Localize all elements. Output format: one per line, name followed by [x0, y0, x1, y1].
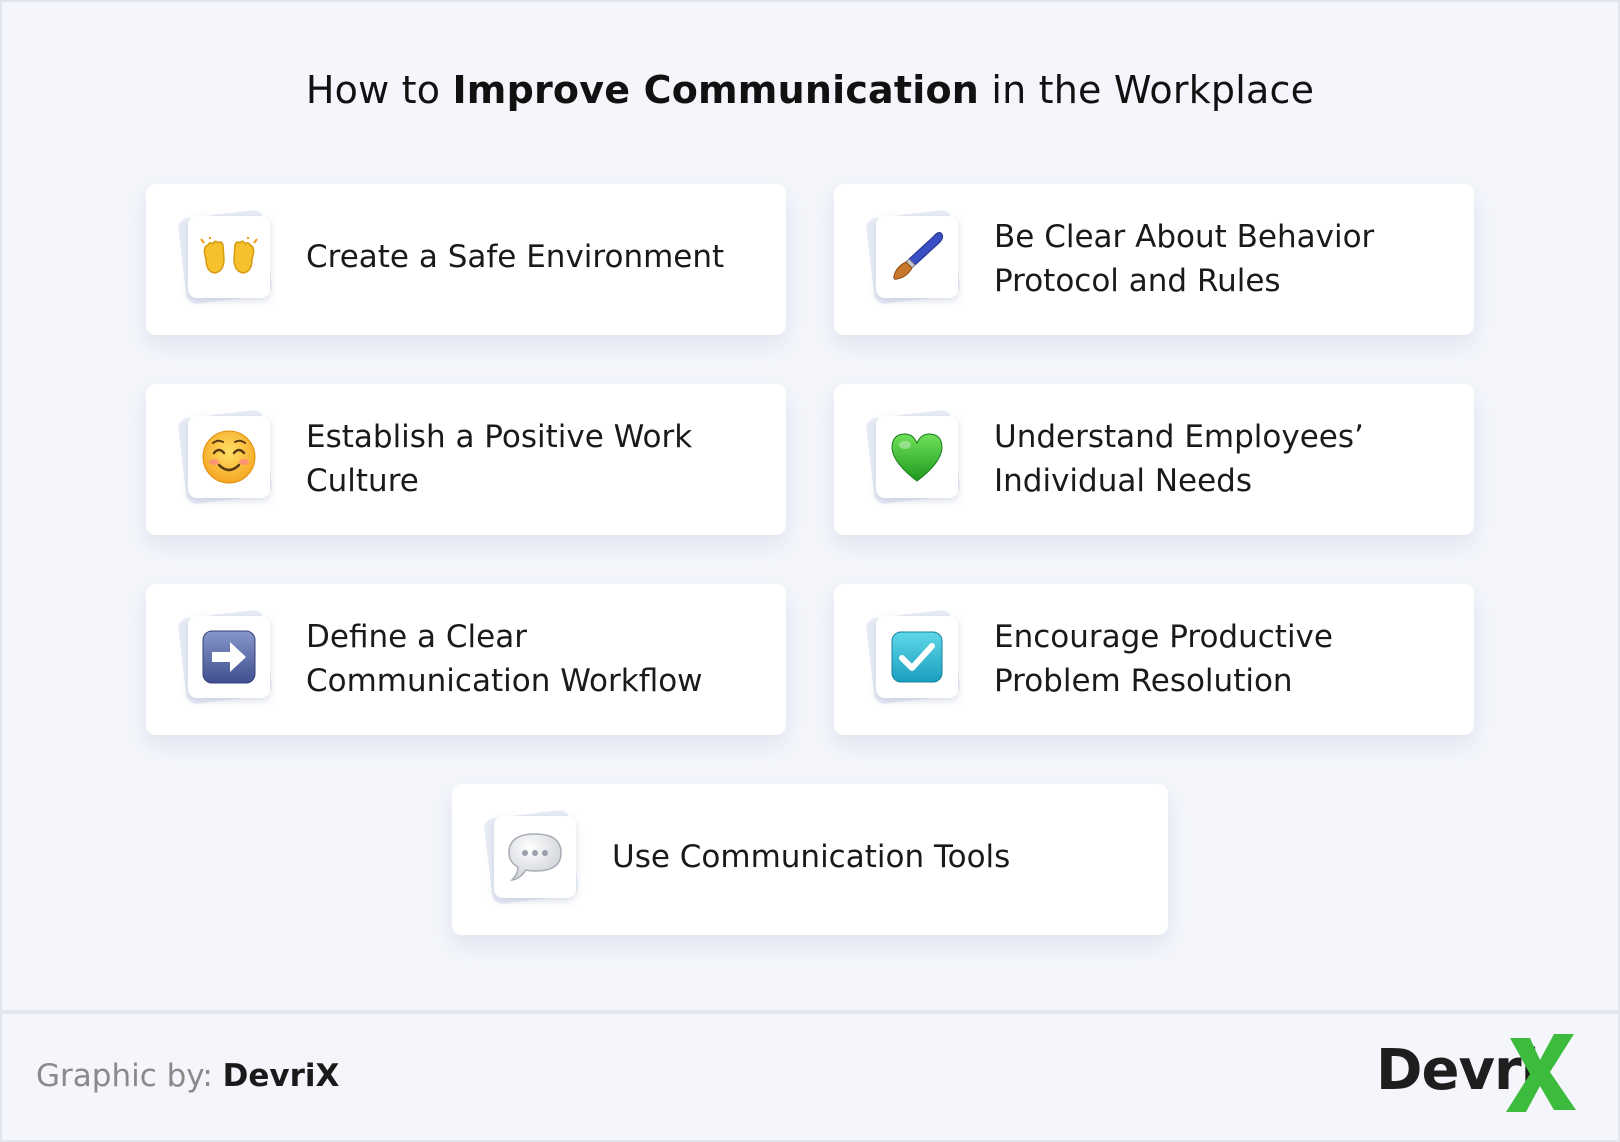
card-label: Encourage Productive Problem Resolution [994, 619, 1333, 699]
footer-label: Graphic by: [36, 1058, 223, 1094]
footer-brand: DevriX [222, 1058, 340, 1094]
card-label: Create a Safe Environment [306, 239, 725, 275]
card-communication-workflow: Define a Clear Communication Workflow [146, 584, 786, 735]
card-icon-tile [177, 409, 273, 505]
card-label: Use Communication Tools [612, 839, 1011, 875]
green-heart-icon [891, 433, 943, 482]
check-box-icon [891, 631, 943, 683]
raised-hands-icon [200, 237, 258, 274]
devrix-logo[interactable]: Devri [1376, 1030, 1586, 1120]
card-label: Establish a Positive Work Culture [306, 419, 693, 499]
card-icon-tile [865, 209, 961, 305]
card-label: Define a Clear Communication Workflow [306, 619, 703, 699]
card-icon-tile [865, 409, 961, 505]
card-icon-tile [483, 809, 579, 905]
title-bold: Improve Communication [452, 68, 980, 112]
title-prefix: How to [305, 68, 453, 112]
card-behavior-protocol: Be Clear About Behavior Protocol and Rul… [834, 184, 1474, 335]
logo-x-icon [1506, 1034, 1576, 1112]
page-frame [0, 0, 1620, 1142]
card-individual-needs: Understand Employees’ Individual Needs [834, 384, 1474, 535]
footer-divider [0, 1010, 1620, 1014]
card-label: Be Clear About Behavior Protocol and Rul… [994, 219, 1375, 299]
paintbrush-icon [893, 232, 944, 280]
card-icon-tile [177, 609, 273, 705]
card-communication-tools: Use Communication Tools [452, 784, 1168, 935]
right-arrow-icon [202, 630, 256, 684]
card-icon-tile [865, 609, 961, 705]
page-title: How to Improve Communication in the Work… [0, 68, 1620, 112]
card-safe-environment: Create a Safe Environment [146, 184, 786, 335]
title-suffix: in the Workplace [979, 68, 1315, 112]
card-problem-resolution: Encourage Productive Problem Resolution [834, 584, 1474, 735]
card-label: Understand Employees’ Individual Needs [994, 419, 1364, 499]
smiling-face-icon [202, 430, 256, 484]
footer-credit: Graphic by: DevriX [36, 1058, 339, 1094]
card-icon-tile [177, 209, 273, 305]
card-positive-culture: Establish a Positive Work Culture [146, 384, 786, 535]
speech-balloon-icon [508, 833, 562, 882]
